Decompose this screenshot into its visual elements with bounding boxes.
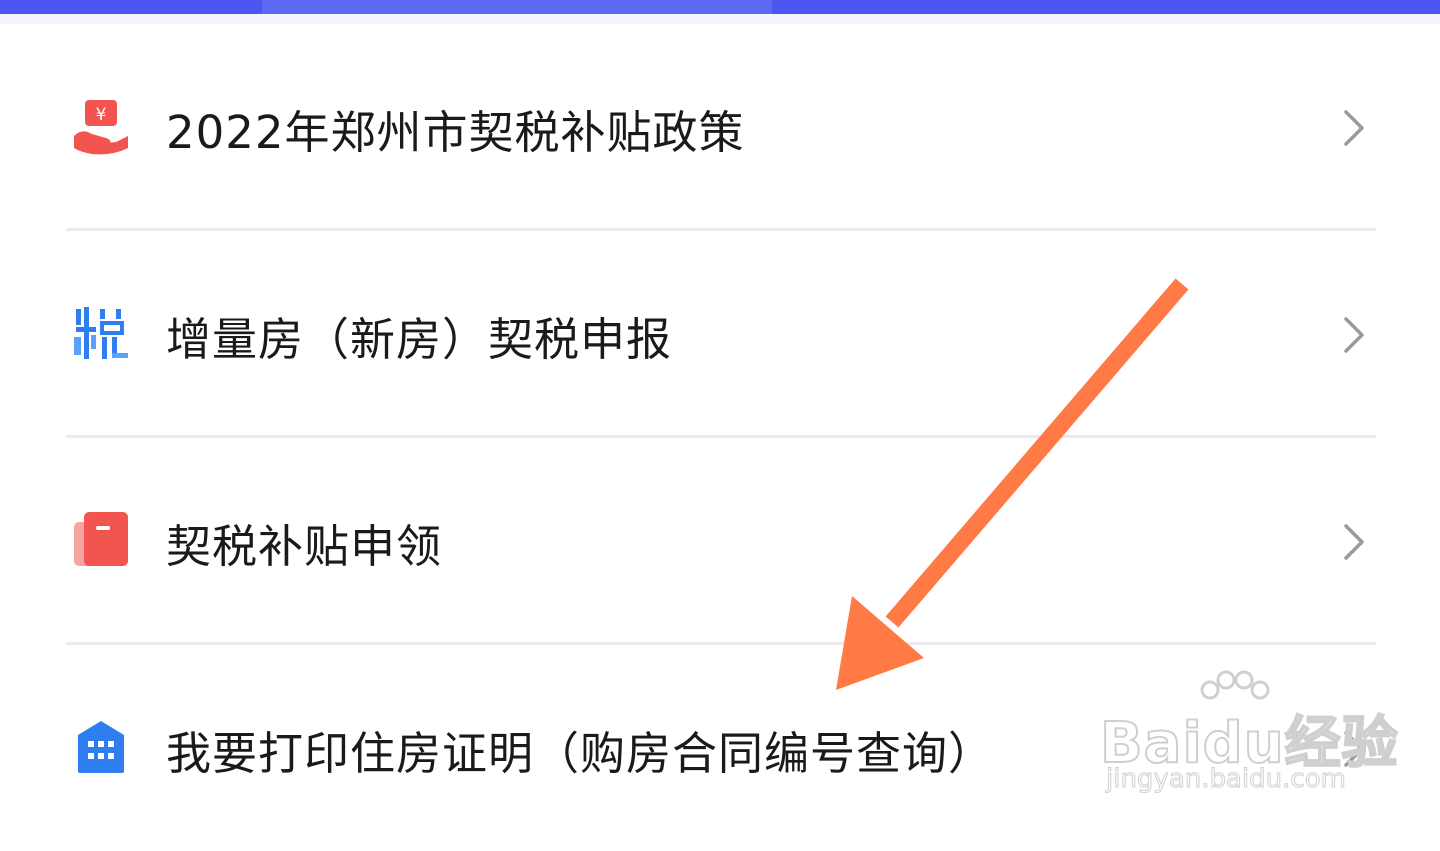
menu-item-label: 契税补贴申领: [166, 520, 443, 573]
menu-item-new-house-tax-declaration[interactable]: 增量房（新房）契税申报: [66, 231, 1376, 437]
menu-item-print-housing-certificate[interactable]: 我要打印住房证明（购房合同编号查询）: [66, 645, 1376, 851]
menu-item-label: 2022年郑州市契税补贴政策: [166, 106, 745, 159]
chevron-right-icon: [1338, 522, 1368, 562]
chevron-right-icon: [1338, 729, 1368, 769]
svg-text:¥: ¥: [96, 105, 107, 125]
top-header-bar: [0, 0, 1440, 14]
red-document-icon: [72, 510, 130, 568]
menu-item-tax-subsidy-policy[interactable]: ¥ 2022年郑州市契税补贴政策: [66, 24, 1376, 230]
menu-item-tax-subsidy-claim[interactable]: 契税补贴申领: [66, 438, 1376, 644]
header-separator: [0, 14, 1440, 24]
chevron-right-icon: [1338, 315, 1368, 355]
chevron-right-icon: [1338, 108, 1368, 148]
menu-item-label: 我要打印住房证明（购房合同编号查询）: [166, 727, 995, 780]
blue-building-icon: [72, 717, 130, 775]
header-tab-shape: [262, 0, 772, 14]
red-hand-yuan-icon: ¥: [72, 98, 130, 156]
blue-tax-character-icon: [72, 305, 130, 363]
menu-item-label: 增量房（新房）契税申报: [166, 313, 673, 366]
